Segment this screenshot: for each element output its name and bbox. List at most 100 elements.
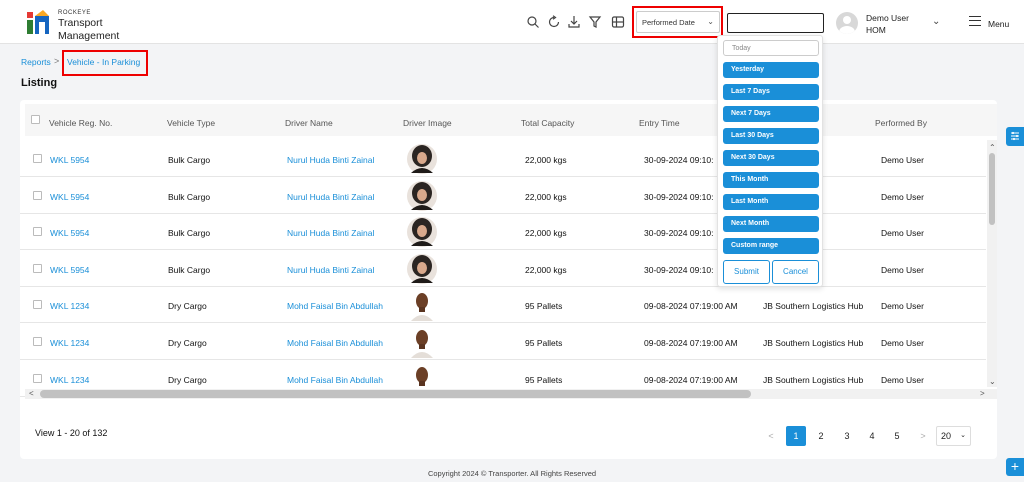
date-range-option[interactable]: Custom range (723, 238, 819, 254)
hamburger-menu-icon[interactable] (969, 16, 981, 26)
driver-photo (411, 330, 433, 358)
table-row[interactable]: WKL 5954 Bulk Cargo Nurul Huda Binti Zaina… (20, 251, 986, 287)
select-all-checkbox[interactable] (31, 115, 40, 124)
vehicle-type-cell: Dry Cargo (168, 338, 207, 348)
page-5-button[interactable]: 5 (887, 426, 907, 446)
date-range-input[interactable] (727, 13, 824, 33)
page-3-button[interactable]: 3 (837, 426, 857, 446)
driver-name-link[interactable]: Nurul Huda Binti Zainal (287, 228, 374, 238)
col-performed-by[interactable]: Performed By (875, 118, 927, 128)
table-row[interactable]: WKL 1234 Dry Cargo Mohd Faisal Bin Abdulla… (20, 324, 986, 360)
date-range-option[interactable]: Next 30 Days (723, 150, 819, 166)
row-checkbox[interactable] (33, 263, 42, 273)
table-row[interactable]: WKL 5954 Bulk Cargo Nurul Huda Binti Zaina… (20, 178, 986, 214)
col-total-capacity[interactable]: Total Capacity (521, 118, 574, 128)
table-header: Vehicle Reg. No. Vehicle Type Driver Nam… (25, 104, 997, 136)
page-4-button[interactable]: 4 (862, 426, 882, 446)
row-checkbox[interactable] (33, 337, 42, 346)
submit-button[interactable]: Submit (723, 260, 770, 284)
date-range-option[interactable]: Last 30 Days (723, 128, 819, 144)
col-driver-image[interactable]: Driver Image (403, 118, 452, 128)
capacity-cell: 95 Pallets (525, 374, 563, 385)
table-row[interactable]: WKL 1234 Dry Cargo Mohd Faisal Bin Abdulla… (20, 287, 986, 324)
refresh-icon[interactable] (547, 15, 561, 29)
date-range-option[interactable]: Last Month (723, 194, 819, 210)
vehicle-reg-link[interactable]: WKL 1234 (50, 338, 89, 348)
date-range-option[interactable]: Next Month (723, 216, 819, 232)
add-button[interactable]: + (1006, 458, 1024, 476)
capacity-cell: 95 Pallets (525, 338, 563, 348)
vehicle-reg-link[interactable]: WKL 1234 (50, 301, 89, 311)
location-cell: JB Southern Logistics Hub (763, 301, 864, 312)
highlight-box (62, 50, 148, 76)
driver-name-link[interactable]: Nurul Huda Binti Zainal (287, 265, 374, 275)
page-1-button[interactable]: 1 (786, 426, 806, 446)
row-checkbox[interactable] (33, 154, 42, 163)
row-checkbox[interactable] (33, 300, 42, 310)
vertical-scrollbar-thumb[interactable] (989, 153, 995, 225)
vehicle-reg-link[interactable]: WKL 5954 (50, 155, 89, 165)
driver-name-link[interactable]: Mohd Faisal Bin Abdullah (287, 375, 383, 385)
top-header: ROCKEYE Transport Management Performed D… (0, 0, 1024, 44)
vehicle-reg-link[interactable]: WKL 5954 (50, 192, 89, 202)
search-icon[interactable] (526, 15, 540, 29)
date-range-option[interactable]: Today (723, 40, 819, 56)
date-range-option[interactable]: This Month (723, 172, 819, 188)
driver-name-link[interactable]: Mohd Faisal Bin Abdullah (287, 301, 383, 311)
capacity-cell: 22,000 kgs (525, 228, 567, 239)
col-driver-name[interactable]: Driver Name (285, 118, 333, 128)
scroll-down-icon[interactable]: ⌄ (989, 377, 996, 386)
vehicle-reg-link[interactable]: WKL 5954 (50, 228, 89, 238)
vehicle-reg-link[interactable]: WKL 5954 (50, 265, 89, 275)
brand-company: ROCKEYE (58, 10, 91, 16)
table-row[interactable]: WKL 5954 Bulk Cargo Nurul Huda Binti Zaina… (20, 214, 986, 251)
vehicle-reg-link[interactable]: WKL 1234 (50, 375, 89, 385)
date-range-option[interactable]: Last 7 Days (723, 84, 819, 100)
col-vehicle-type[interactable]: Vehicle Type (167, 118, 215, 128)
capacity-cell: 95 Pallets (525, 301, 563, 312)
user-name[interactable]: Demo User (866, 13, 909, 23)
brand: ROCKEYE Transport Management (58, 10, 119, 42)
columns-icon[interactable] (611, 15, 625, 29)
col-vehicle-reg[interactable]: Vehicle Reg. No. (49, 118, 112, 128)
chevron-down-icon: ⌄ (960, 432, 966, 439)
table-row[interactable]: WKL 5954 Bulk Cargo Nurul Huda Binti Zaina… (20, 141, 986, 177)
capacity-cell: 22,000 kgs (525, 264, 567, 275)
row-checkbox[interactable] (33, 373, 42, 383)
row-checkbox[interactable] (33, 227, 42, 237)
cancel-button[interactable]: Cancel (772, 260, 819, 284)
driver-photo (407, 253, 437, 284)
prev-page-button[interactable]: < (761, 426, 781, 446)
driver-name-link[interactable]: Nurul Huda Binti Zainal (287, 155, 374, 165)
menu-label[interactable]: Menu (988, 19, 1009, 29)
performed-by-cell: Demo User (881, 338, 924, 348)
performed-by-cell: Demo User (881, 264, 924, 275)
entry-time-cell: 30-09-2024 09:10: (644, 228, 714, 239)
scroll-left-icon[interactable]: < (29, 389, 34, 398)
rockeye-logo[interactable] (25, 8, 55, 38)
col-entry-time[interactable]: Entry Time (639, 118, 680, 128)
entry-time-cell: 09-08-2024 07:19:00 AM (644, 374, 738, 385)
filter-icon[interactable] (588, 15, 602, 29)
user-avatar[interactable] (836, 12, 858, 34)
page-2-button[interactable]: 2 (811, 426, 831, 446)
performed-by-cell: Demo User (881, 191, 924, 202)
date-range-option[interactable]: Yesterday (723, 62, 819, 78)
driver-name-link[interactable]: Mohd Faisal Bin Abdullah (287, 338, 383, 348)
breadcrumb-separator: > (54, 56, 60, 66)
date-range-option[interactable]: Next 7 Days (723, 106, 819, 122)
page-size-select[interactable]: 20 ⌄ (936, 426, 971, 446)
row-checkbox[interactable] (33, 190, 42, 200)
download-icon[interactable] (567, 15, 581, 29)
scroll-right-icon[interactable]: > (980, 389, 985, 398)
breadcrumb-reports[interactable]: Reports (21, 57, 51, 67)
filter-settings-button[interactable] (1006, 127, 1024, 146)
horizontal-scrollbar-thumb[interactable] (40, 390, 751, 398)
user-menu-chevron-icon[interactable]: ⌄ (932, 16, 940, 27)
next-page-button[interactable]: > (913, 426, 933, 446)
capacity-cell: 22,000 kgs (525, 155, 567, 165)
driver-name-link[interactable]: Nurul Huda Binti Zainal (287, 192, 374, 202)
performed-by-cell: Demo User (881, 155, 924, 165)
scroll-up-icon[interactable]: ⌃ (989, 143, 996, 152)
performed-by-cell: Demo User (881, 228, 924, 239)
